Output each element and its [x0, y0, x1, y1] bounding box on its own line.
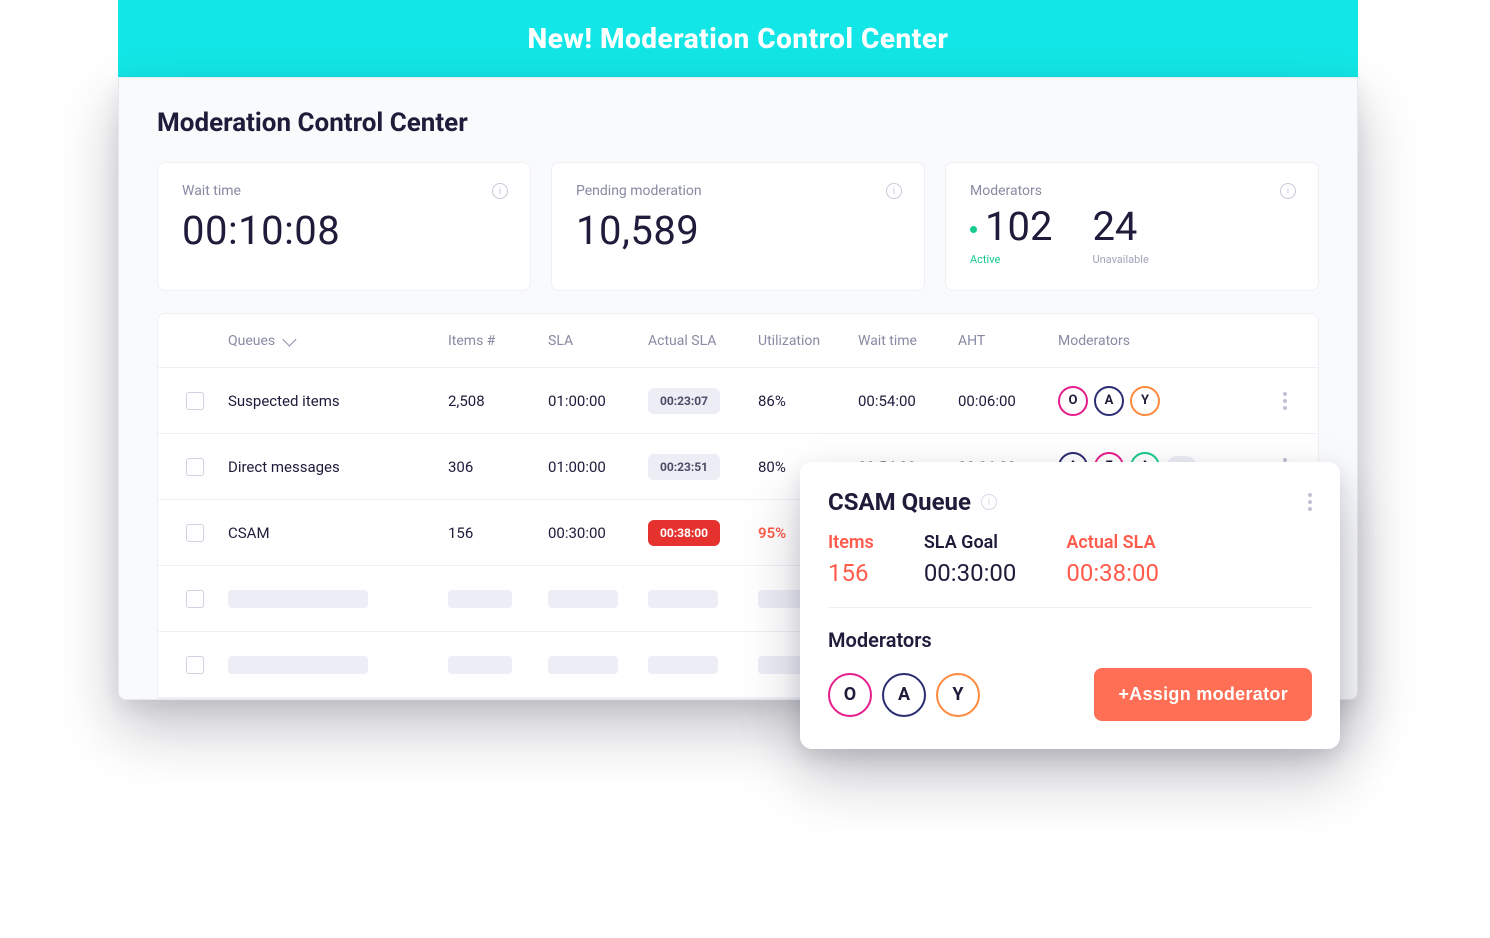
- banner: New! Moderation Control Center: [118, 0, 1358, 77]
- queue-name-cell: Direct messages: [224, 458, 444, 476]
- utilization-cell: 86%: [754, 392, 854, 410]
- moderator-avatar[interactable]: O: [828, 673, 872, 717]
- column-moderators: Moderators: [1054, 333, 1260, 349]
- active-dot-icon: [970, 226, 977, 233]
- card-wait-time: i Wait time 00:10:08: [157, 162, 531, 291]
- actual-sla-pill: 00:38:00: [648, 520, 720, 546]
- items-cell: 2,508: [444, 392, 544, 410]
- actual-sla-pill: 00:23:51: [648, 454, 720, 480]
- sla-cell: 01:00:00: [544, 458, 644, 476]
- page-title: Moderation Control Center: [157, 108, 1319, 138]
- card-wait-time-label: Wait time: [182, 183, 506, 199]
- row-checkbox[interactable]: [186, 656, 204, 674]
- kebab-menu-icon[interactable]: [1308, 493, 1312, 511]
- column-actual-sla: Actual SLA: [644, 333, 754, 349]
- moderator-avatar[interactable]: A: [1094, 386, 1124, 416]
- wait-time-cell: 00:54:00: [854, 392, 954, 410]
- kebab-menu-icon[interactable]: [1264, 392, 1306, 410]
- row-checkbox[interactable]: [186, 524, 204, 542]
- moderator-avatar[interactable]: A: [882, 673, 926, 717]
- row-checkbox[interactable]: [186, 392, 204, 410]
- popover-items-stat: Items 156: [828, 532, 874, 587]
- assign-moderator-button[interactable]: +Assign moderator: [1094, 668, 1312, 721]
- card-pending-label: Pending moderation: [576, 183, 900, 199]
- sla-cell: 01:00:00: [544, 392, 644, 410]
- items-cell: 306: [444, 458, 544, 476]
- popover-title: CSAM Queue: [828, 488, 971, 516]
- moderator-avatar[interactable]: Y: [1130, 386, 1160, 416]
- table-header-row: Queues Items # SLA Actual SLA Utilizatio…: [158, 314, 1318, 368]
- moderators-active-label: Active: [970, 253, 1052, 266]
- popover-actual-sla-stat: Actual SLA 00:38:00: [1066, 532, 1159, 587]
- queue-name-cell: CSAM: [224, 524, 444, 542]
- popover-sla-goal-stat: SLA Goal 00:30:00: [924, 532, 1017, 587]
- card-pending: i Pending moderation 10,589: [551, 162, 925, 291]
- popover-moderators-label: Moderators: [828, 628, 1312, 652]
- column-aht: AHT: [954, 333, 1054, 349]
- actual-sla-pill: 00:23:07: [648, 388, 720, 414]
- summary-cards: i Wait time 00:10:08 i Pending moderatio…: [157, 162, 1319, 291]
- moderators-active-count: 102: [970, 207, 1052, 247]
- row-checkbox[interactable]: [186, 590, 204, 608]
- table-row[interactable]: Suspected items2,50801:00:0000:23:0786%0…: [158, 368, 1318, 434]
- moderators-unavailable-count: 24: [1092, 207, 1148, 247]
- column-utilization: Utilization: [754, 333, 854, 349]
- info-icon[interactable]: i: [1280, 183, 1296, 199]
- items-cell: 156: [444, 524, 544, 542]
- popover-moderator-avatars: OAY: [828, 673, 980, 717]
- moderators-unavailable-label: Unavailable: [1092, 253, 1148, 266]
- moderator-avatar[interactable]: O: [1058, 386, 1088, 416]
- sla-cell: 00:30:00: [544, 524, 644, 542]
- info-icon[interactable]: i: [492, 183, 508, 199]
- info-icon[interactable]: i: [981, 494, 997, 510]
- moderator-avatars: OAY: [1058, 386, 1256, 416]
- column-items: Items #: [444, 333, 544, 349]
- row-checkbox[interactable]: [186, 458, 204, 476]
- column-queues[interactable]: Queues: [228, 333, 293, 349]
- queue-detail-popover: CSAM Queue i Items 156 SLA Goal 00:30:00…: [800, 462, 1340, 749]
- card-moderators-label: Moderators: [970, 183, 1294, 199]
- column-sla: SLA: [544, 333, 644, 349]
- banner-title: New! Moderation Control Center: [528, 22, 949, 55]
- moderator-avatar[interactable]: Y: [936, 673, 980, 717]
- aht-cell: 00:06:00: [954, 392, 1054, 410]
- card-pending-value: 10,589: [576, 207, 900, 254]
- info-icon[interactable]: i: [886, 183, 902, 199]
- column-wait-time: Wait time: [854, 333, 954, 349]
- card-moderators: i Moderators 102 Active 24 Unavailable: [945, 162, 1319, 291]
- card-wait-time-value: 00:10:08: [182, 207, 506, 254]
- chevron-down-icon: [282, 332, 296, 346]
- queue-name-cell: Suspected items: [224, 392, 444, 410]
